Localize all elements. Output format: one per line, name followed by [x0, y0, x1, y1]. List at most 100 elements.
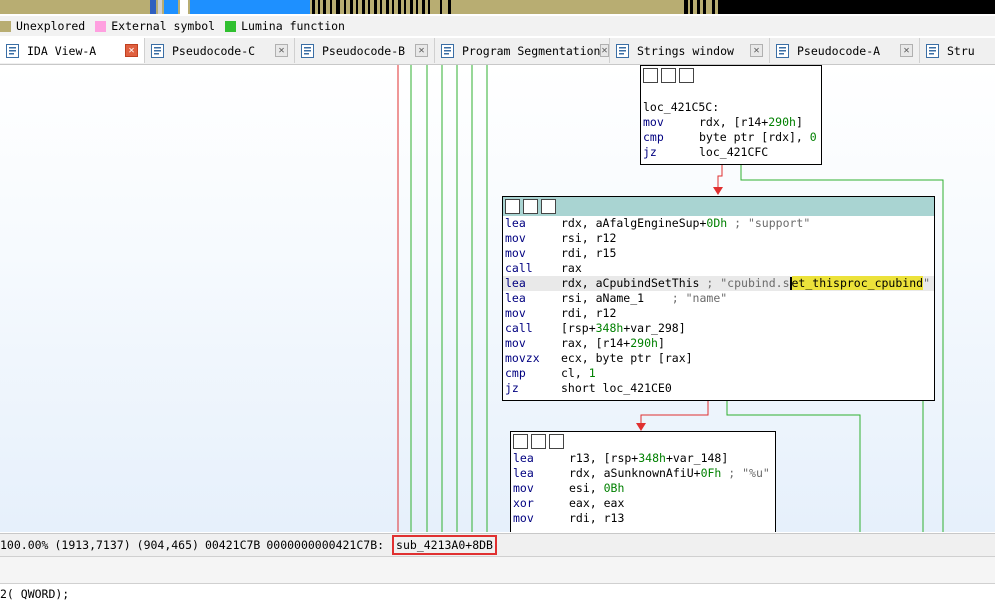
mnemonic: jz: [643, 145, 657, 159]
group-icon[interactable]: [549, 434, 564, 449]
tab-pseudocode-b[interactable]: Pseudocode-B ✕: [295, 38, 435, 63]
mnemonic: lea: [505, 291, 526, 305]
output-text: 2( QWORD);: [0, 587, 70, 601]
tab-stru[interactable]: Stru: [920, 38, 995, 63]
edge-false-n1-n2: [717, 165, 723, 190]
operand: rax, [r14+: [561, 336, 631, 350]
tab-pseudocode-a[interactable]: Pseudocode-A ✕: [770, 38, 920, 63]
instruction-line[interactable]: lea rsi, aName_1 ; "name": [503, 291, 934, 306]
instruction-line[interactable]: mov rax, [r14+290h]: [503, 336, 934, 351]
rename-icon[interactable]: [523, 199, 538, 214]
operand: rdi, r12: [561, 306, 617, 320]
color-icon[interactable]: [505, 199, 520, 214]
pseudocode-icon: [776, 43, 789, 58]
instruction-line[interactable]: mov rsi, r12: [503, 231, 934, 246]
arrow-head: [713, 187, 723, 195]
tab-label: Pseudocode-B: [322, 43, 406, 58]
output-window-header: [0, 556, 995, 584]
rename-icon[interactable]: [531, 434, 546, 449]
block-label[interactable]: loc_421C5C:: [641, 100, 821, 115]
instruction-line[interactable]: call [rsp+348h+var_298]: [503, 321, 934, 336]
instruction-line[interactable]: mov rdi, r12: [503, 306, 934, 321]
nav-segment: [697, 0, 700, 14]
mnemonic: lea: [513, 466, 534, 480]
tab-ida-view-a[interactable]: IDA View-A ✕: [0, 38, 145, 63]
nav-segment: [330, 0, 332, 14]
operand: rdi, r13: [569, 511, 625, 525]
operand: byte ptr [rdx],: [699, 130, 810, 144]
instruction-line[interactable]: mov rdx, [r14+290h]: [641, 115, 821, 130]
operand: ; "name": [644, 291, 728, 305]
navigation-band[interactable]: [0, 0, 995, 14]
instruction-line[interactable]: lea rdx, aAfalgEngineSup+0Dh ; "support": [503, 216, 934, 231]
tab-pseudocode-c[interactable]: Pseudocode-C ✕: [145, 38, 295, 63]
nav-segment: [712, 0, 715, 14]
color-icon[interactable]: [513, 434, 528, 449]
operand: r13, [rsp+: [569, 451, 639, 465]
nav-segment: [392, 0, 394, 14]
instruction-line[interactable]: xor eax, eax: [511, 496, 775, 511]
nav-segment: [150, 0, 156, 14]
graph-view[interactable]: loc_421C5C: mov rdx, [r14+290h] cmp byte pt…: [0, 65, 995, 532]
nav-segment: [350, 0, 353, 14]
block-header: [641, 66, 821, 85]
instruction-line[interactable]: lea r13, [rsp+348h+var_148]: [511, 451, 775, 466]
close-icon[interactable]: ✕: [275, 44, 288, 57]
status-bar: 100.00% (1913,7137) (904,465) 00421C7B 0…: [0, 533, 995, 556]
instruction-line[interactable]: movzx ecx, byte ptr [rax]: [503, 351, 934, 366]
instruction-line[interactable]: cmp cl, 1: [503, 366, 934, 381]
tab-bar: IDA View-A ✕ Pseudocode-C ✕ Pseudocode-B ✕ Pro…: [0, 38, 995, 65]
tab-label: Stru: [947, 43, 975, 58]
legend-item: Unexplored: [0, 19, 85, 33]
color-icon[interactable]: [643, 68, 658, 83]
instruction-line[interactable]: jz short loc_421CE0: [503, 381, 934, 396]
tab-label: Strings window: [637, 43, 734, 58]
operand: 348h: [595, 321, 624, 335]
nav-segment: [336, 0, 340, 14]
close-icon[interactable]: ✕: [750, 44, 763, 57]
group-icon[interactable]: [679, 68, 694, 83]
close-icon[interactable]: ✕: [600, 44, 609, 57]
arrow-head: [636, 423, 646, 431]
code-block-cpubind[interactable]: lea rdx, aAfalgEngineSup+0Dh ; "support" m…: [502, 196, 935, 401]
operand: rdx, [r14+: [699, 115, 769, 129]
rename-icon[interactable]: [661, 68, 676, 83]
operand: rdi, r15: [561, 246, 617, 260]
mnemonic: mov: [505, 246, 526, 260]
operand: rsi, r12: [561, 231, 617, 245]
block-header: [503, 197, 934, 216]
operand: +var_298]: [623, 321, 686, 335]
nav-segment: [416, 0, 418, 14]
tab-label: Program Segmentation: [462, 43, 601, 58]
instruction-line[interactable]: cmp byte ptr [rdx], 0: [641, 130, 821, 145]
nav-segment: [362, 0, 365, 14]
code-block-sunknown[interactable]: lea r13, [rsp+348h+var_148] lea rdx, aSunkn…: [510, 431, 776, 532]
edge-false-n2-n3: [640, 401, 709, 425]
tab-strings-window[interactable]: Strings window ✕: [610, 38, 770, 63]
nav-segment: [600, 0, 680, 14]
mouse-coordinates: (904,465): [136, 538, 199, 552]
navigation-legend: Unexplored External symbol Lumina function: [0, 16, 995, 36]
close-icon[interactable]: ✕: [415, 44, 428, 57]
tab-label: IDA View-A: [27, 43, 97, 58]
mnemonic: cmp: [643, 130, 664, 144]
nav-segment: [398, 0, 401, 14]
operand: 0Dh: [706, 216, 728, 230]
instruction-line[interactable]: lea rdx, aSunknownAfiU+0Fh ; "%u": [511, 466, 775, 481]
group-icon[interactable]: [541, 199, 556, 214]
operand: 348h: [638, 451, 666, 465]
instruction-line[interactable]: call rax: [503, 261, 934, 276]
code-block-loc-421c5c[interactable]: loc_421C5C: mov rdx, [r14+290h] cmp byte pt…: [640, 65, 822, 165]
close-icon[interactable]: ✕: [125, 44, 138, 57]
nav-segment: [368, 0, 370, 14]
instruction-line[interactable]: mov rdi, r15: [503, 246, 934, 261]
instruction-line[interactable]: mov esi, 0Bh: [511, 481, 775, 496]
operand: ; "support": [727, 216, 811, 230]
instruction-line[interactable]: jz loc_421CFC: [641, 145, 821, 160]
instruction-line[interactable]: lea rdx, aCpubindSetThis ; "cpubind.s et_t…: [503, 276, 934, 291]
tab-program-segmentation[interactable]: Program Segmentation ✕: [435, 38, 610, 63]
operand: ; "cpubind.s: [699, 276, 790, 290]
instruction-line[interactable]: mov rdi, r13: [511, 511, 775, 526]
segmentation-icon: [441, 43, 454, 58]
close-icon[interactable]: ✕: [900, 44, 913, 57]
